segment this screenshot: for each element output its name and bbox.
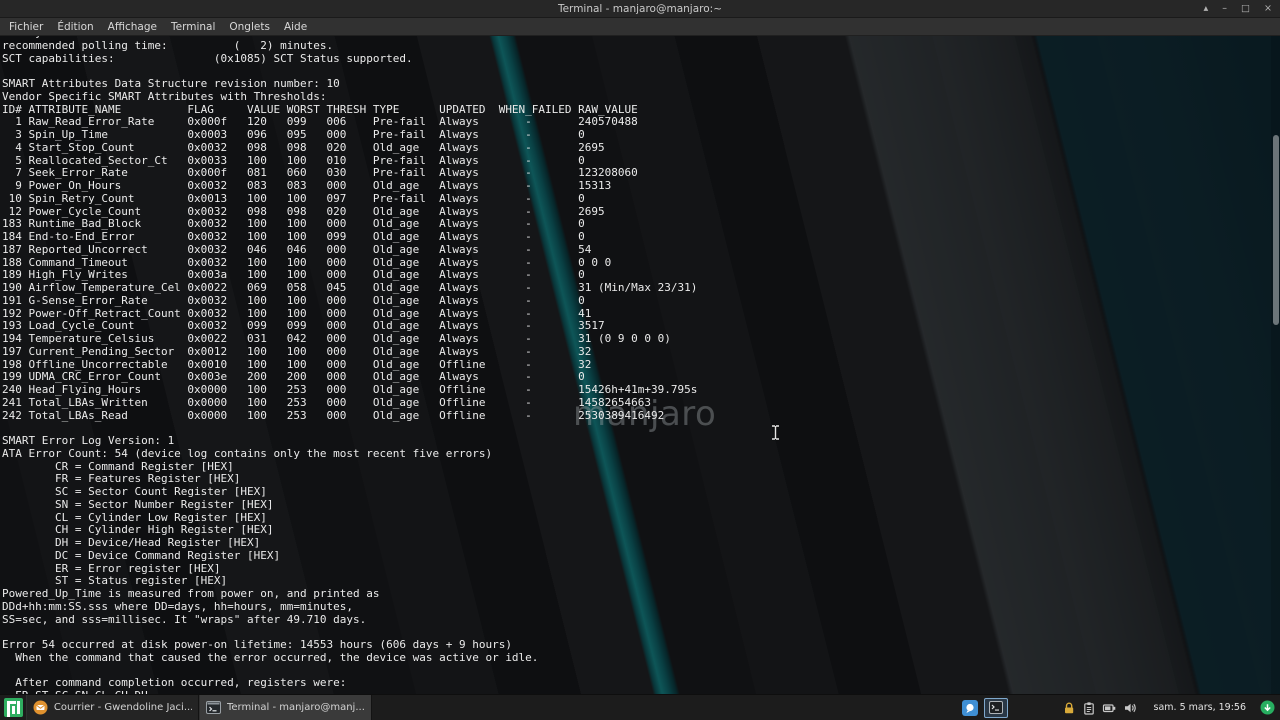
window-titlebar[interactable]: Terminal - manjaro@manjaro:~ ▴ – □ ×	[0, 0, 1280, 18]
window-title: Terminal - manjaro@manjaro:~	[557, 3, 723, 15]
menu-fichier[interactable]: Fichier	[2, 18, 50, 36]
taskbar-task-terminal[interactable]: Terminal - manjaro@manj...	[199, 695, 372, 720]
terminal-indicator[interactable]	[983, 697, 1008, 718]
taskbar: Courrier - Gwendoline Jaci... Terminal -…	[0, 694, 1280, 720]
volume-icon[interactable]	[1123, 701, 1138, 715]
window-controls: ▴ – □ ×	[1204, 0, 1272, 18]
terminal-indicator-icon	[988, 701, 1003, 714]
manjaro-menu-button[interactable]	[0, 695, 26, 720]
desktop: Terminal - manjaro@manjaro:~ ▴ – □ × Fic…	[0, 0, 1280, 720]
taskbar-clock[interactable]: sam. 5 mars, 19:56	[1154, 702, 1246, 713]
task-label-terminal: Terminal - manjaro@manj...	[227, 702, 365, 713]
update-available-icon[interactable]	[1260, 700, 1275, 715]
menubar: Fichier Édition Affichage Terminal Ongle…	[0, 18, 1280, 36]
task-label-mail: Courrier - Gwendoline Jaci...	[53, 702, 192, 713]
terminal-output: Conveyance self-test routine recommended…	[2, 36, 698, 694]
mouse-cursor-ibeam	[772, 424, 779, 441]
clipboard-icon[interactable]	[1082, 701, 1096, 715]
mail-icon	[33, 700, 48, 715]
close-button[interactable]: ×	[1264, 0, 1272, 18]
menu-aide[interactable]: Aide	[277, 18, 314, 36]
scrollbar-thumb[interactable]	[1273, 135, 1279, 325]
maximize-button[interactable]: □	[1241, 0, 1250, 18]
shade-button[interactable]: ▴	[1204, 0, 1209, 18]
manjaro-logo-icon	[3, 698, 23, 717]
minimize-button[interactable]: –	[1222, 0, 1227, 18]
lock-icon[interactable]	[1062, 701, 1076, 715]
messenger-icon[interactable]	[961, 699, 978, 716]
menu-affichage[interactable]: Affichage	[101, 18, 164, 36]
menu-onglets[interactable]: Onglets	[222, 18, 277, 36]
terminal-window[interactable]: manjaro Conveyance self-test routine rec…	[0, 36, 1280, 694]
system-tray: sam. 5 mars, 19:56	[961, 695, 1280, 720]
battery-icon[interactable]	[1102, 701, 1117, 715]
taskbar-task-mail[interactable]: Courrier - Gwendoline Jaci...	[26, 695, 199, 720]
scrollbar[interactable]	[1271, 36, 1280, 694]
menu-terminal[interactable]: Terminal	[164, 18, 222, 36]
menu-edition[interactable]: Édition	[50, 18, 100, 36]
terminal-icon	[206, 701, 221, 714]
